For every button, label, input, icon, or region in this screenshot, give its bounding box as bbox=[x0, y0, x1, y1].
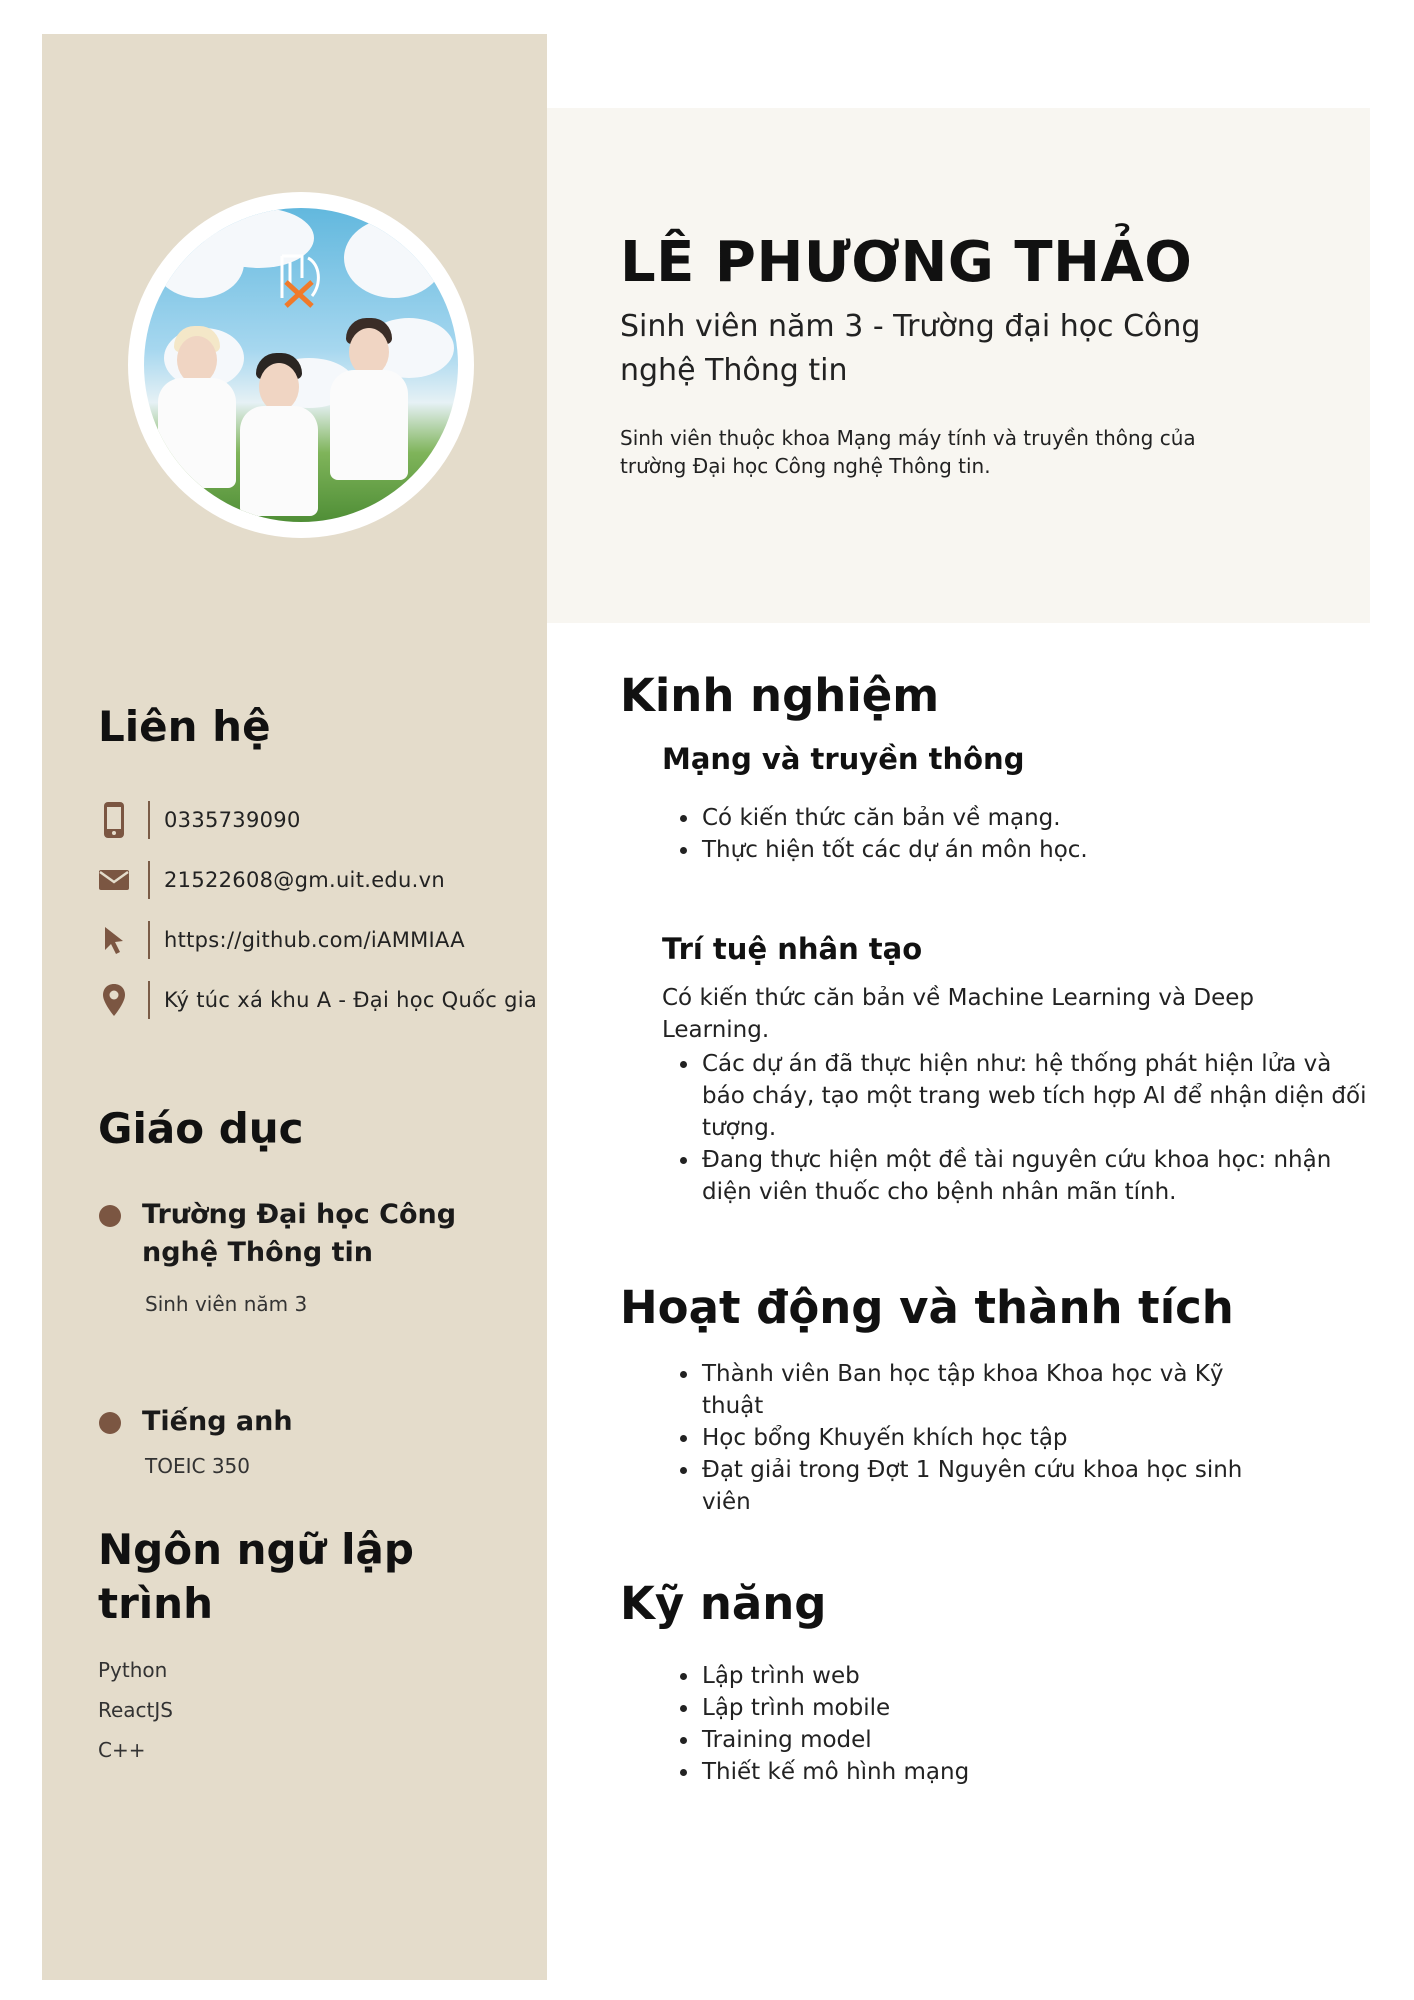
experience-networking-list: Có kiến thức căn bản về mạng. Thực hiện … bbox=[662, 802, 1360, 866]
mail-icon bbox=[98, 862, 130, 898]
skills-list: Lập trình web Lập trình mobile Training … bbox=[662, 1660, 1360, 1788]
list-item: Học bổng Khuyến khích học tập bbox=[700, 1422, 1290, 1454]
language-item: C++ bbox=[98, 1738, 146, 1762]
education-school-title: Trường Đại học Công nghệ Thông tin bbox=[142, 1199, 457, 1268]
profile-photo-image bbox=[144, 208, 458, 522]
education-heading: Giáo dục bbox=[98, 1104, 304, 1153]
contact-divider bbox=[148, 801, 150, 839]
education-school-detail: Sinh viên năm 3 bbox=[145, 1292, 308, 1316]
list-item: Đang thực hiện một đề tài nguyên cứu kho… bbox=[700, 1144, 1370, 1208]
experience-ai-list: Các dự án đã thực hiện như: hệ thống phá… bbox=[662, 1048, 1370, 1208]
contact-phone-text: 0335739090 bbox=[164, 808, 301, 832]
language-item: Python bbox=[98, 1658, 168, 1682]
phone-icon bbox=[98, 802, 130, 838]
list-item: Training model bbox=[700, 1724, 1360, 1756]
contact-address: Ký túc xá khu A - Đại học Quốc gia bbox=[98, 980, 537, 1020]
profile-intro: Sinh viên thuộc khoa Mạng máy tính và tr… bbox=[620, 426, 1196, 478]
person-head bbox=[177, 336, 217, 384]
profile-photo bbox=[128, 192, 474, 538]
album-logo-icon bbox=[280, 254, 320, 308]
bullet-dot bbox=[99, 1412, 121, 1434]
person-head bbox=[349, 328, 389, 376]
activities-heading: Hoạt động và thành tích bbox=[620, 1281, 1234, 1334]
contact-divider bbox=[148, 921, 150, 959]
contact-heading: Liên hệ bbox=[98, 702, 271, 751]
language-item: ReactJS bbox=[98, 1698, 173, 1722]
bullet-dot bbox=[99, 1205, 121, 1227]
education-english-title: Tiếng anh bbox=[142, 1406, 293, 1437]
list-item: Lập trình web bbox=[700, 1660, 1360, 1692]
list-item: Thực hiện tốt các dự án môn học. bbox=[700, 834, 1360, 866]
person-body bbox=[240, 406, 318, 516]
list-item: Đạt giải trong Đợt 1 Nguyên cứu khoa học… bbox=[700, 1454, 1290, 1518]
experience-heading: Kinh nghiệm bbox=[620, 669, 940, 722]
person-body bbox=[158, 378, 236, 488]
person-body bbox=[330, 370, 408, 480]
contact-address-text: Ký túc xá khu A - Đại học Quốc gia bbox=[164, 988, 538, 1012]
person-head bbox=[259, 363, 299, 411]
contact-github: https://github.com/iAMMIAA bbox=[98, 920, 465, 960]
experience-ai-intro: Có kiến thức căn bản về Machine Learning… bbox=[662, 985, 1254, 1043]
contact-email: 21522608@gm.uit.edu.vn bbox=[98, 860, 445, 900]
contact-phone: 0335739090 bbox=[98, 800, 301, 840]
list-item: Có kiến thức căn bản về mạng. bbox=[700, 802, 1360, 834]
contact-divider bbox=[148, 981, 150, 1019]
list-item: Thiết kế mô hình mạng bbox=[700, 1756, 1360, 1788]
activities-list: Thành viên Ban học tập khoa Khoa học và … bbox=[662, 1358, 1290, 1518]
experience-ai-title: Trí tuệ nhân tạo bbox=[662, 932, 923, 966]
contact-email-text[interactable]: 21522608@gm.uit.edu.vn bbox=[164, 868, 445, 892]
skills-heading: Kỹ năng bbox=[620, 1577, 827, 1630]
experience-networking-title: Mạng và truyền thông bbox=[662, 742, 1025, 776]
profile-name: LÊ PHƯƠNG THẢO bbox=[620, 230, 1193, 295]
profile-subtitle: Sinh viên năm 3 - Trường đại học Công ng… bbox=[620, 309, 1201, 388]
location-pin-icon bbox=[98, 982, 130, 1018]
cursor-icon bbox=[98, 922, 130, 958]
education-english-detail: TOEIC 350 bbox=[145, 1454, 250, 1478]
cloud-shape bbox=[344, 218, 444, 298]
contact-divider bbox=[148, 861, 150, 899]
list-item: Các dự án đã thực hiện như: hệ thống phá… bbox=[700, 1048, 1370, 1144]
list-item: Thành viên Ban học tập khoa Khoa học và … bbox=[700, 1358, 1290, 1422]
list-item: Lập trình mobile bbox=[700, 1692, 1360, 1724]
contact-github-link[interactable]: https://github.com/iAMMIAA bbox=[164, 928, 465, 952]
languages-heading: Ngôn ngữ lập trình bbox=[98, 1525, 414, 1628]
